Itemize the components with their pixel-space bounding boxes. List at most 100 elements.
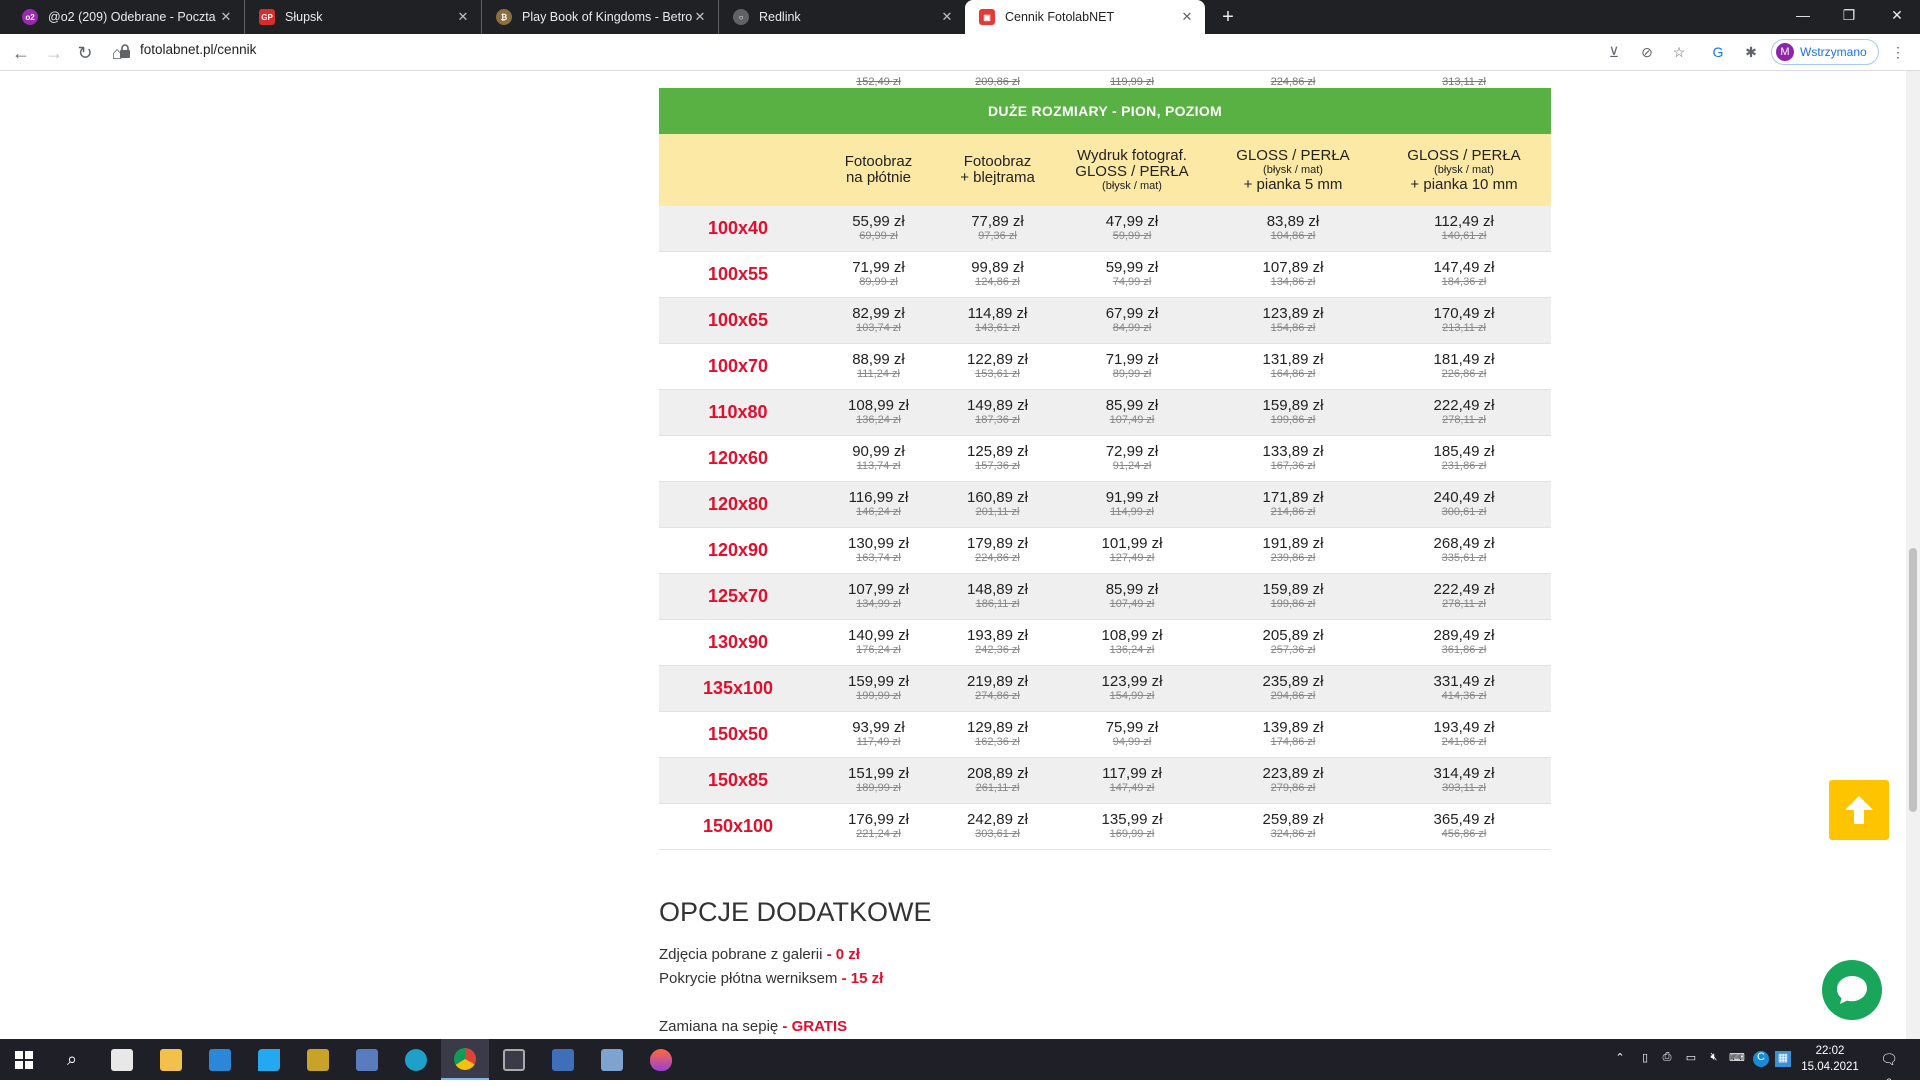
mail-icon[interactable] (196, 1039, 244, 1080)
reload-icon[interactable]: ↻ (72, 40, 98, 66)
price-cell: 365,49 zł 456,86 zł (1377, 812, 1551, 841)
scrollbar-thumb[interactable] (1909, 548, 1917, 812)
remote-desktop-icon[interactable] (588, 1039, 636, 1080)
price-cell: 122,89 zł 153,61 zł (940, 352, 1055, 381)
new-price: 107,99 zł (848, 580, 909, 598)
old-price: 199,86 zł (1270, 597, 1316, 610)
price-cell: 159,89 zł 199,86 zł (1209, 582, 1377, 611)
option-label: Pokrycie płótna werniksem (659, 970, 838, 987)
file-explorer-icon[interactable] (147, 1039, 195, 1080)
new-price: 59,99 zł (1105, 258, 1159, 276)
volume-muted-icon[interactable]: 🔇︎ (1706, 1051, 1722, 1067)
forward-arrow-icon[interactable]: → (41, 40, 67, 66)
old-price: 152,49 zł (856, 76, 901, 88)
restore-icon[interactable]: ❐ (1826, 0, 1872, 30)
new-price: 185,49 zł (1433, 442, 1495, 460)
start-windows-icon[interactable] (0, 1039, 48, 1080)
table-row: 100x65 82,99 zł 103,74 zł 114,89 zł 143,61 z… (659, 298, 1551, 344)
old-price: 278,11 zł (1442, 597, 1486, 610)
tab-betroon[interactable]: ₿ Play Book of Kingdoms - Betroon ✕ (482, 0, 719, 34)
address-bar-url[interactable]: fotolabnet.pl/cennik (140, 42, 256, 57)
sticky-app-icon[interactable] (294, 1039, 342, 1080)
back-arrow-icon[interactable]: ← (8, 40, 34, 66)
price-cell: 131,89 zł 164,86 zł (1209, 352, 1377, 381)
save-disk-icon[interactable] (539, 1039, 587, 1080)
new-price: 289,49 zł (1433, 626, 1495, 644)
price-cell: 222,49 zł 278,11 zł (1377, 582, 1551, 611)
new-tab-plus-icon[interactable]: + (1216, 5, 1240, 29)
lock-icon[interactable] (118, 43, 132, 59)
chrome-icon[interactable] (441, 1039, 489, 1080)
old-price: 261,11 zł (975, 781, 1020, 794)
header-line: GLOSS / PERŁA (1236, 146, 1350, 164)
size-label: 100x70 (707, 356, 769, 376)
old-price: 456,86 zł (1441, 827, 1487, 840)
notifications-icon[interactable]: 🗨︎2 (1878, 1051, 1900, 1087)
new-price: 240,49 zł (1433, 488, 1495, 506)
extensions-puzzle-icon[interactable]: ✱ (1741, 42, 1761, 62)
price-cell: 235,89 zł 294,86 zł (1209, 674, 1377, 703)
close-tab-icon[interactable]: ✕ (455, 9, 471, 25)
header-photo-print: Wydruk fotograf. GLOSS / PERŁA (błysk / ma… (1055, 147, 1209, 193)
app-tray-icon[interactable]: C (1753, 1051, 1769, 1067)
price-cell: 205,89 zł 257,36 zł (1209, 628, 1377, 657)
store-icon[interactable] (98, 1039, 146, 1080)
new-price: 208,89 zł (967, 764, 1028, 782)
price-cell: 208,89 zł 261,11 zł (940, 764, 1055, 795)
header-line: Fotoobraz (963, 153, 1032, 170)
size-label: 110x80 (708, 402, 768, 422)
profile-button[interactable]: M Wstrzymano (1771, 39, 1879, 65)
close-tab-icon[interactable]: ✕ (1179, 9, 1195, 25)
old-price: 107,49 zł (1109, 597, 1155, 610)
display-icon[interactable]: ▭ (1683, 1051, 1699, 1067)
price-cell: 151,99 zł 189,99 zł (817, 766, 940, 795)
old-price: 303,61 zł (975, 827, 1020, 840)
old-price: 186,11 zł (975, 597, 1020, 610)
tab-redlink[interactable]: ○ Redlink ✕ (719, 0, 965, 34)
new-price: 75,99 zł (1105, 718, 1159, 736)
price-cell: 130,99 zł 163,74 zł (817, 536, 940, 565)
tab-slupsk[interactable]: GP Słupsk ✕ (245, 0, 482, 34)
new-price: 149,89 zł (967, 396, 1028, 414)
price-cell: 88,99 zł 111,24 zł (817, 352, 940, 381)
kebab-menu-icon[interactable]: ⋮ (1888, 42, 1908, 62)
old-price: 104,86 zł (1270, 229, 1316, 242)
system-clock[interactable]: 22:02 15.04.2021 (1795, 1043, 1865, 1075)
phone-link-icon[interactable]: ▯ (1637, 1051, 1653, 1067)
price-cell: 99,89 zł 124,86 zł (940, 258, 1055, 289)
printer-icon[interactable]: ⎙ (1659, 1051, 1675, 1067)
flame-app-icon[interactable] (637, 1039, 685, 1080)
tracking-blocked-eye-icon[interactable]: ⊘ (1637, 42, 1657, 62)
price-cell: 59,99 zł 74,99 zł (1055, 258, 1209, 289)
translate-extension-icon[interactable]: G (1708, 42, 1728, 62)
network-app-icon[interactable] (343, 1039, 391, 1080)
old-price: 176,24 zł (856, 643, 901, 656)
edge-icon[interactable] (392, 1039, 440, 1080)
tab-cennik-active[interactable]: ▣ Cennik FotolabNET ✕ (965, 0, 1205, 34)
close-window-icon[interactable]: ✕ (1874, 0, 1920, 30)
price-cell: 140,99 zł 176,24 zł (817, 628, 940, 657)
close-tab-icon[interactable]: ✕ (939, 9, 955, 25)
vscode-icon[interactable] (245, 1039, 293, 1080)
header-line: + blejtrama (960, 169, 1035, 186)
old-price: 209,86 zł (975, 76, 1020, 88)
close-tab-icon[interactable]: ✕ (218, 9, 234, 25)
calculator-icon[interactable] (490, 1039, 538, 1080)
keyboard-icon[interactable]: ⌨︎ (1729, 1051, 1745, 1067)
minimize-icon[interactable]: — (1780, 0, 1826, 30)
chevron-up-icon[interactable]: ⌃ (1612, 1051, 1628, 1067)
price-cell: 176,99 zł 221,24 zł (817, 812, 940, 841)
scroll-to-top-button[interactable] (1829, 780, 1889, 840)
tab-poczta[interactable]: o2 @o2 (209) Odebrane - Poczta o2 ✕ (8, 0, 245, 34)
arrow-up-icon (1845, 796, 1873, 824)
tab-title: @o2 (209) Odebrane - Poczta o2 (48, 10, 218, 24)
new-price: 129,89 zł (967, 718, 1028, 736)
search-icon[interactable]: ⌕ (48, 1039, 96, 1080)
close-tab-icon[interactable]: ✕ (692, 9, 708, 25)
install-app-icon[interactable]: ⊻ (1604, 42, 1624, 62)
new-price: 71,99 zł (852, 258, 905, 276)
new-price: 99,89 zł (971, 258, 1024, 276)
live-chat-button[interactable] (1822, 960, 1882, 1020)
bookmark-star-icon[interactable]: ☆ (1669, 42, 1689, 62)
price-cell: 116,99 zł 146,24 zł (817, 490, 940, 519)
